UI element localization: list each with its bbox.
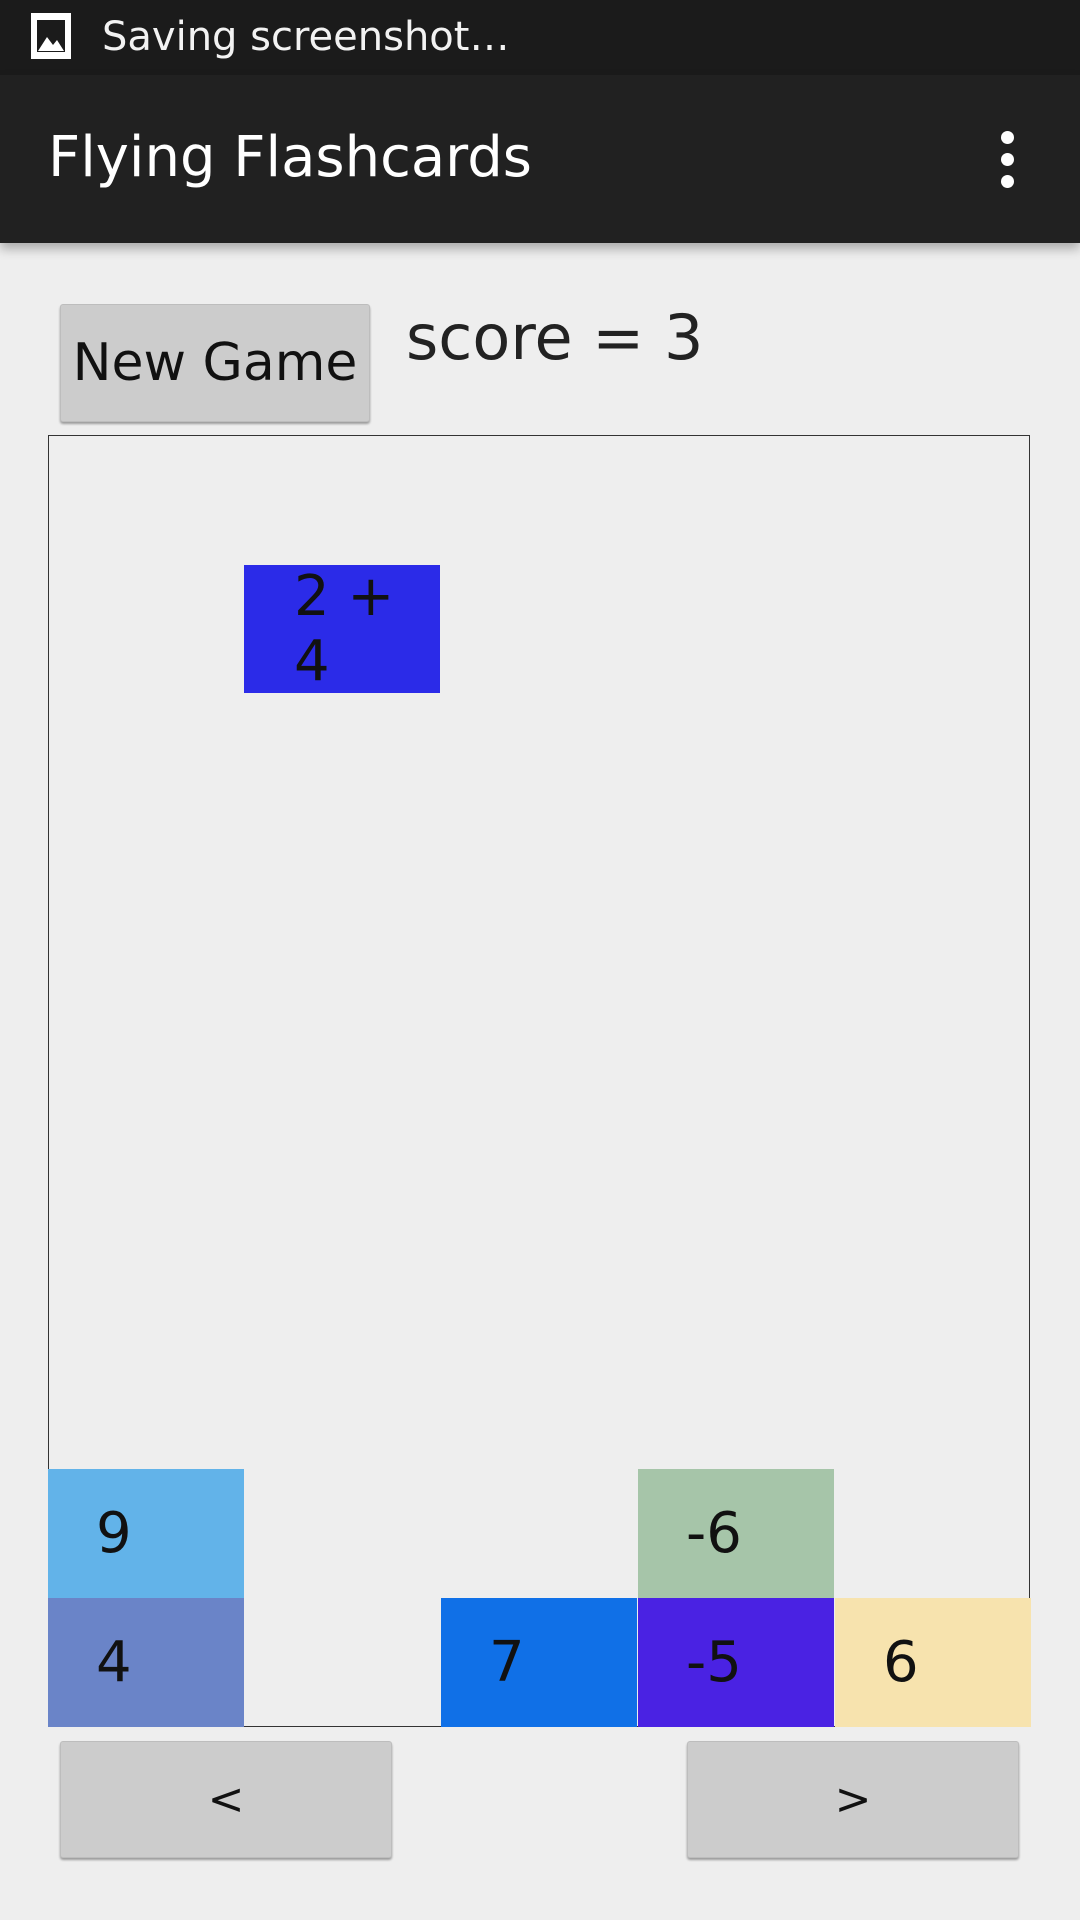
overflow-menu-icon[interactable] [990,129,1026,189]
move-right-button[interactable]: > [687,1741,1019,1858]
status-notification-text: Saving screenshot… [102,14,510,60]
image-icon [31,13,71,59]
answer-card[interactable]: -6 [638,1469,834,1598]
falling-card-label: 2 + 4 [294,564,395,694]
answer-card-label: -6 [686,1501,742,1566]
falling-card[interactable]: 2 + 4 [244,564,440,694]
app-bar: Flying Flashcards [0,75,1080,243]
answer-card[interactable]: 9 [48,1469,244,1598]
answer-card[interactable]: -5 [638,1598,834,1727]
answer-card-label: 7 [489,1630,525,1695]
answer-card-label: -5 [686,1630,742,1695]
answer-card[interactable]: 4 [48,1598,244,1727]
answer-card[interactable]: 7 [441,1598,637,1727]
answer-card-label: 9 [96,1501,132,1566]
answer-card[interactable]: 6 [835,1598,1031,1727]
status-bar: Saving screenshot… [0,0,1080,75]
app-title: Flying Flashcards [48,125,532,190]
new-game-button[interactable]: New Game [60,304,370,422]
answer-card-label: 6 [883,1630,919,1695]
move-left-button[interactable]: < [60,1741,392,1858]
score-display: score = 3 [406,301,704,374]
answer-card-label: 4 [96,1630,132,1695]
